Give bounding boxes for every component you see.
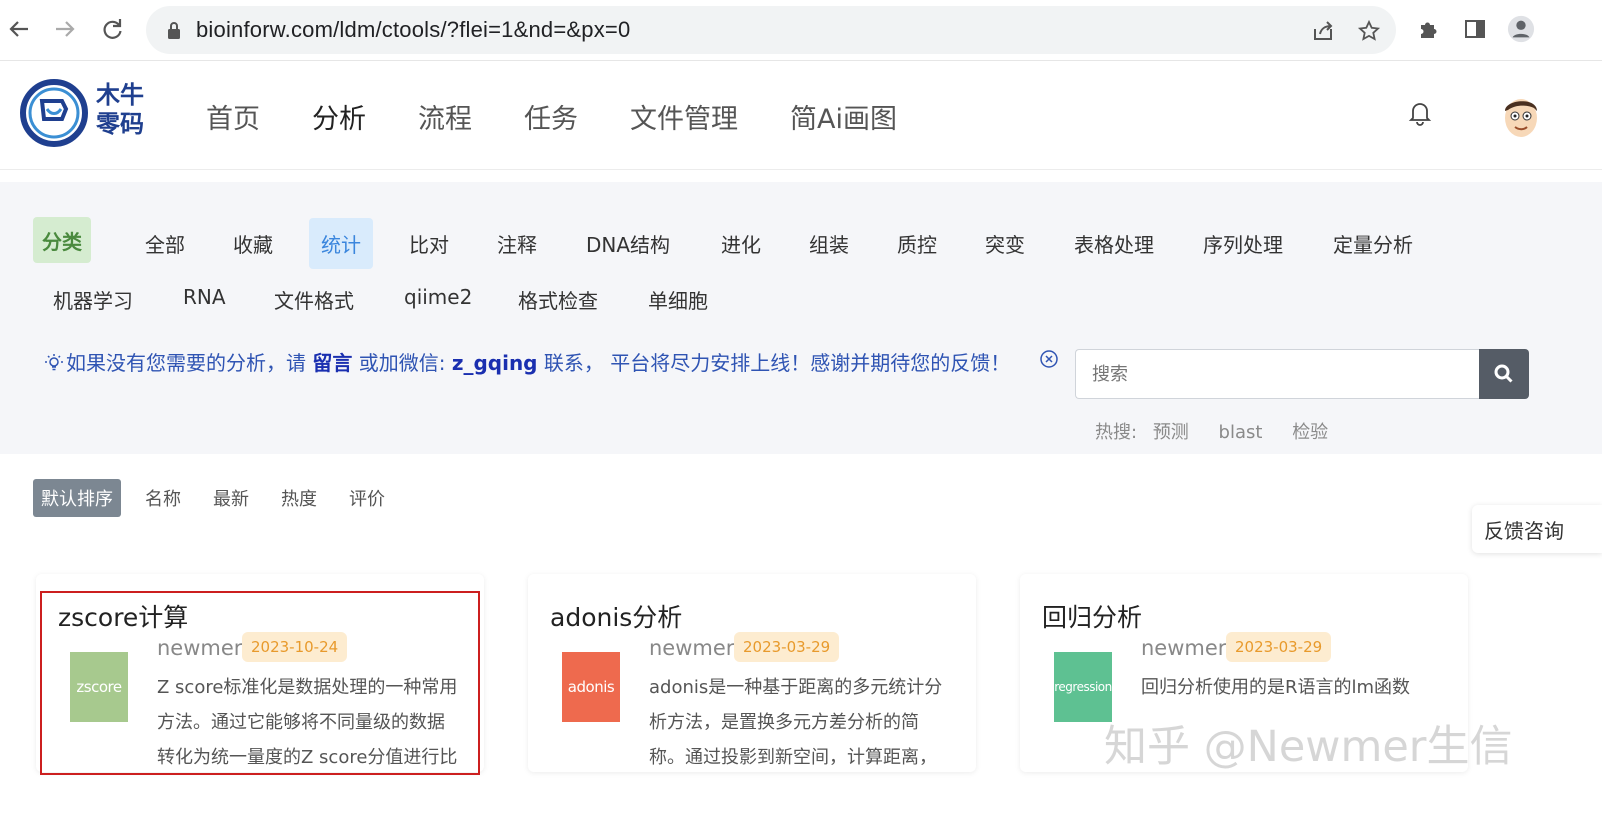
sort-latest[interactable]: 最新 <box>213 485 249 511</box>
category-all[interactable]: 全部 <box>145 229 185 258</box>
hot-search-item[interactable]: blast <box>1219 422 1263 443</box>
card-thumbnail: adonis <box>562 652 620 722</box>
category-mutation[interactable]: 突变 <box>985 229 1025 258</box>
nav-tasks[interactable]: 任务 <box>524 97 578 136</box>
card-title[interactable]: 回归分析 <box>1042 598 1142 634</box>
main-nav: 首页 分析 流程 任务 文件管理 简Ai画图 <box>206 97 949 136</box>
category-alignment[interactable]: 比对 <box>409 229 449 258</box>
category-evolution[interactable]: 进化 <box>721 229 761 258</box>
category-table-processing[interactable]: 表格处理 <box>1074 229 1154 258</box>
nav-ai-draw[interactable]: 简Ai画图 <box>790 97 897 136</box>
card-description: 回归分析使用的是R语言的lm函数 <box>1141 677 1411 698</box>
category-sequence-processing[interactable]: 序列处理 <box>1203 229 1283 258</box>
forward-arrow-icon[interactable] <box>50 14 80 44</box>
category-single-cell[interactable]: 单细胞 <box>648 285 708 314</box>
reload-icon[interactable] <box>97 14 127 44</box>
notice-text-2: 或加微信: <box>352 351 452 375</box>
category-annotation[interactable]: 注释 <box>497 229 537 258</box>
browser-toolbar: bioinforw.com/ldm/ctools/?flei=1&nd=&px=… <box>0 0 1602 61</box>
hot-search-item[interactable]: 检验 <box>1292 422 1328 443</box>
sort-default[interactable]: 默认排序 <box>33 479 121 517</box>
site-header: 木牛 零码 首页 分析 流程 任务 文件管理 简Ai画图 <box>0 61 1602 170</box>
site-logo-text[interactable]: 木牛 零码 <box>96 81 156 139</box>
card-title[interactable]: adonis分析 <box>550 598 682 634</box>
notice-banner: 如果没有您需要的分析，请 留言 或加微信: z_gqing 联系， 平台将尽力安… <box>44 347 1010 378</box>
card-description: adonis是一种基于距离的多元统计分析方法，是置换多元方差分析的简称。通过投影… <box>649 677 943 768</box>
user-avatar[interactable] <box>1496 91 1546 141</box>
url-text[interactable]: bioinforw.com/ldm/ctools/?flei=1&nd=&px=… <box>196 17 630 43</box>
sort-name[interactable]: 名称 <box>145 485 181 511</box>
filter-panel: 分类 全部 收藏 统计 比对 注释 DNA结构 进化 组装 质控 突变 表格处理… <box>0 182 1602 454</box>
profile-icon[interactable] <box>1507 15 1535 43</box>
search-input[interactable] <box>1075 349 1479 399</box>
category-file-format[interactable]: 文件格式 <box>274 285 354 314</box>
category-rna[interactable]: RNA <box>183 285 226 309</box>
category-machine-learning[interactable]: 机器学习 <box>53 285 133 314</box>
close-circle-icon[interactable] <box>1038 348 1060 370</box>
tool-card[interactable]: adonis分析 adonis newmer 2023-03-29 adonis… <box>528 574 976 772</box>
nav-home[interactable]: 首页 <box>206 97 260 136</box>
search-icon <box>1494 364 1513 383</box>
highlight-box <box>40 591 480 775</box>
category-dna-structure[interactable]: DNA结构 <box>586 229 670 258</box>
category-quantitative[interactable]: 定量分析 <box>1333 229 1413 258</box>
sort-popularity[interactable]: 热度 <box>281 485 317 511</box>
side-panel-icon[interactable] <box>1461 15 1489 43</box>
sort-rating[interactable]: 评价 <box>349 485 385 511</box>
lock-icon <box>164 20 184 40</box>
category-favorites[interactable]: 收藏 <box>233 229 273 258</box>
address-bar[interactable]: bioinforw.com/ldm/ctools/?flei=1&nd=&px=… <box>146 6 1396 54</box>
notice-text-1: 如果没有您需要的分析，请 <box>66 351 313 375</box>
hot-searches: 热搜: 预测 blast 检验 <box>1095 418 1352 444</box>
logo-line-2: 零码 <box>96 110 144 138</box>
card-author: newmer <box>1141 636 1227 660</box>
card-date-badge: 2023-03-29 <box>734 632 840 662</box>
category-qiime2[interactable]: qiime2 <box>404 285 472 309</box>
notice-text-3: 联系， 平台将尽力安排上线！感谢并期待您的反馈！ <box>537 351 1011 375</box>
card-author: newmer <box>649 636 735 660</box>
back-arrow-icon[interactable] <box>4 14 34 44</box>
leave-message-link[interactable]: 留言 <box>312 351 352 375</box>
feedback-button[interactable]: 反馈咨询 <box>1472 505 1602 553</box>
search-button[interactable] <box>1479 349 1529 399</box>
category-assembly[interactable]: 组装 <box>809 229 849 258</box>
category-label: 分类 <box>33 217 91 263</box>
nav-pipeline[interactable]: 流程 <box>418 97 472 136</box>
wechat-id: z_gqing <box>451 351 538 375</box>
logo-line-1: 木牛 <box>96 81 144 109</box>
category-qc[interactable]: 质控 <box>897 229 937 258</box>
share-icon[interactable] <box>1310 18 1336 44</box>
lightbulb-icon <box>44 353 66 378</box>
watermark-text: 知乎 @Newmer生信 <box>1104 722 1513 772</box>
bell-icon[interactable] <box>1406 99 1434 127</box>
nav-analysis[interactable]: 分析 <box>312 97 366 136</box>
category-format-check[interactable]: 格式检查 <box>518 285 598 314</box>
site-logo-icon[interactable] <box>20 79 88 147</box>
card-date-badge: 2023-03-29 <box>1226 632 1332 662</box>
hot-search-item[interactable]: 预测 <box>1153 422 1189 443</box>
bookmark-star-icon[interactable] <box>1356 18 1382 44</box>
extensions-puzzle-icon[interactable] <box>1415 15 1443 43</box>
sort-bar: 默认排序 名称 最新 热度 评价 <box>33 479 417 517</box>
nav-file-manager[interactable]: 文件管理 <box>630 97 738 136</box>
hot-search-label: 热搜: <box>1095 422 1138 443</box>
category-statistics[interactable]: 统计 <box>309 218 373 269</box>
